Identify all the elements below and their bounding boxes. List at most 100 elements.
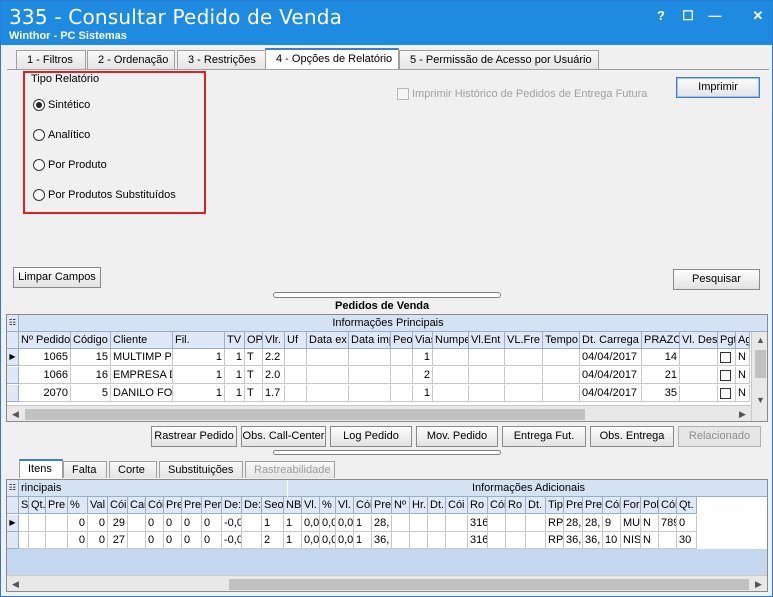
table-cell[interactable]	[391, 367, 413, 384]
table-cell[interactable]: 27	[108, 532, 128, 549]
column-header[interactable]: Pgt	[718, 332, 736, 349]
table-cell[interactable]	[469, 367, 505, 384]
table-cell[interactable]: 04/04/2017	[580, 349, 642, 366]
table-cell[interactable]: T	[245, 385, 263, 402]
tab-ordenacao[interactable]: 2 - Ordenação	[87, 50, 175, 69]
obs-call-center-button[interactable]: Obs. Call-Center	[241, 426, 326, 447]
search-button[interactable]: Pesquisar	[673, 269, 760, 290]
table-cell[interactable]: 0	[146, 532, 164, 549]
scroll-thumb[interactable]	[229, 579, 749, 590]
minimize-icon[interactable]: —	[705, 7, 725, 25]
table-cell[interactable]	[506, 532, 526, 549]
table-cell[interactable]: 1	[284, 532, 302, 549]
column-header[interactable]: Código	[71, 332, 111, 349]
table-cell[interactable]: 1	[284, 515, 302, 532]
table-cell[interactable]	[488, 515, 506, 532]
column-header[interactable]: %	[320, 497, 336, 514]
table-cell[interactable]: 0,0	[320, 515, 336, 532]
column-header[interactable]: Uf	[285, 332, 307, 349]
column-header[interactable]: Vl.Ent	[469, 332, 505, 349]
table-cell[interactable]	[718, 349, 736, 366]
column-header[interactable]: Cai	[128, 497, 146, 514]
table-cell[interactable]: 0	[164, 515, 182, 532]
column-header[interactable]: Dt.	[428, 497, 446, 514]
table-cell[interactable]	[349, 367, 391, 384]
row-indicator[interactable]	[7, 367, 19, 384]
table-cell[interactable]	[410, 515, 428, 532]
table-cell[interactable]	[433, 385, 469, 402]
scroll-up-icon[interactable]: ▲	[752, 332, 767, 349]
table-cell[interactable]	[392, 515, 410, 532]
table-cell[interactable]	[410, 532, 428, 549]
table-cell[interactable]	[285, 385, 307, 402]
table-cell[interactable]: 0	[68, 515, 88, 532]
radio-por-produtos-substituidos[interactable]: Por Produtos Substituídos	[33, 189, 176, 203]
table-cell[interactable]	[505, 367, 543, 384]
table-cell[interactable]: 36,	[372, 532, 392, 549]
table-cell[interactable]: MU	[621, 515, 641, 532]
column-header[interactable]: Pre	[564, 497, 583, 514]
column-header[interactable]: Se	[19, 497, 29, 514]
table-cell[interactable]: 316	[468, 532, 488, 549]
splitter-handle-bottom[interactable]	[273, 450, 501, 455]
column-header[interactable]: Cói	[146, 497, 164, 514]
table-cell[interactable]: N	[641, 515, 659, 532]
table-cell[interactable]: N	[736, 367, 750, 384]
column-header[interactable]: NBI	[284, 497, 302, 514]
table-cell[interactable]	[659, 532, 677, 549]
table-cell[interactable]: T	[245, 367, 263, 384]
table-cell[interactable]: 28,	[583, 515, 603, 532]
table-cell[interactable]: 0	[182, 532, 202, 549]
table-cell[interactable]	[307, 385, 349, 402]
table-cell[interactable]: N	[736, 385, 750, 402]
table-cell[interactable]: 0	[88, 532, 108, 549]
table-cell[interactable]: N	[641, 532, 659, 549]
column-header[interactable]: Dt.	[526, 497, 546, 514]
grid-menu-icon[interactable]: ☷	[7, 480, 19, 497]
table-cell[interactable]: 1	[173, 385, 225, 402]
clear-fields-button[interactable]: Limpar Campos	[13, 267, 101, 288]
table-cell[interactable]: 1	[262, 515, 284, 532]
table-cell[interactable]: 0	[88, 515, 108, 532]
table-cell[interactable]: 28,	[564, 515, 583, 532]
tab-permissao-acesso[interactable]: 5 - Permissão de Acesso por Usuário	[399, 50, 599, 69]
column-header[interactable]: De:	[242, 497, 262, 514]
table-cell[interactable]	[29, 532, 46, 549]
column-header[interactable]: Cói	[603, 497, 621, 514]
radio-sintetico[interactable]: Sintético	[33, 99, 90, 113]
table-cell[interactable]: T	[245, 349, 263, 366]
scroll-right-icon[interactable]: ▶	[734, 406, 751, 421]
column-header[interactable]: Qt.	[29, 497, 46, 514]
column-header[interactable]: Vl.	[302, 497, 320, 514]
column-header[interactable]: Cói	[488, 497, 506, 514]
table-cell[interactable]	[718, 385, 736, 402]
column-header[interactable]: Vlr.	[263, 332, 285, 349]
column-header[interactable]: Numpe	[433, 332, 469, 349]
column-header[interactable]: Per	[202, 497, 222, 514]
column-header[interactable]: %	[68, 497, 88, 514]
scroll-thumb[interactable]	[755, 350, 766, 378]
table-cell[interactable]	[446, 515, 468, 532]
table-cell[interactable]: 1	[173, 367, 225, 384]
table-cell[interactable]	[446, 532, 468, 549]
table-cell[interactable]: 0,0	[320, 532, 336, 549]
table-cell[interactable]	[543, 349, 580, 366]
table-cell[interactable]: -0,0	[222, 515, 242, 532]
row-indicator[interactable]	[7, 532, 19, 549]
table-cell[interactable]	[46, 515, 68, 532]
table-cell[interactable]	[428, 532, 446, 549]
table-cell[interactable]	[469, 349, 505, 366]
table-cell[interactable]: 04/04/2017	[580, 367, 642, 384]
checkbox-icon[interactable]	[720, 387, 731, 399]
column-header[interactable]: Qt.	[677, 497, 697, 514]
column-header[interactable]: Cói	[446, 497, 468, 514]
table-cell[interactable]: -0,0	[222, 532, 242, 549]
tab-filtros[interactable]: 1 - Filtros	[16, 50, 86, 69]
radio-por-produto[interactable]: Por Produto	[33, 159, 107, 173]
column-header[interactable]: Hr.	[410, 497, 428, 514]
table-cell[interactable]: 1	[173, 349, 225, 366]
column-header[interactable]: Data imp	[349, 332, 391, 349]
orders-hscroll[interactable]: ◀ ▶	[7, 405, 752, 421]
scroll-left-icon[interactable]: ◀	[7, 406, 24, 421]
table-cell[interactable]	[680, 385, 718, 402]
